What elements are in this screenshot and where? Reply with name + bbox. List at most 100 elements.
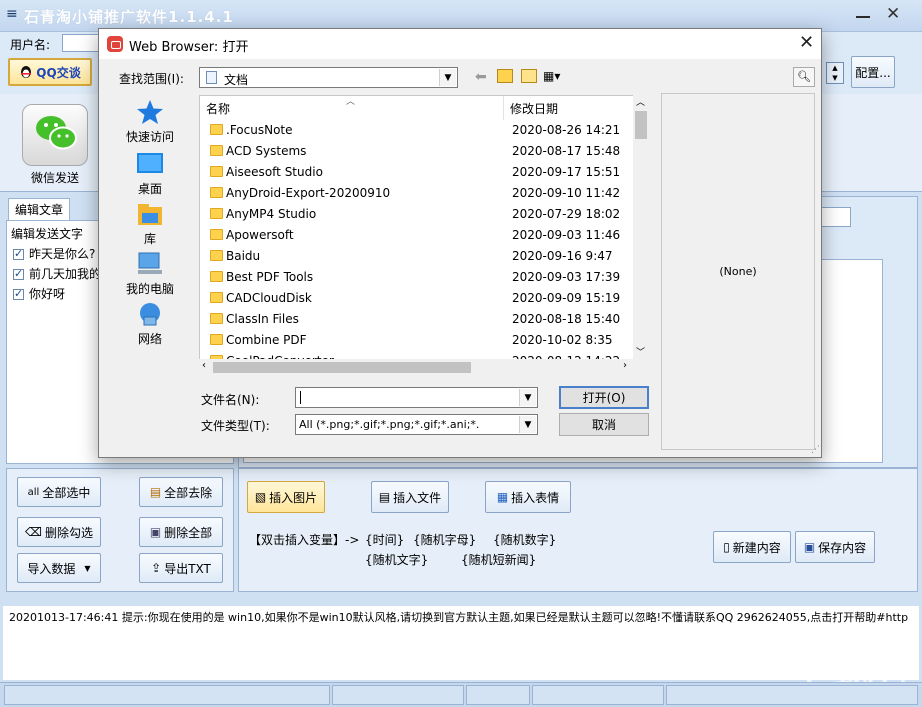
file-name: AnyDroid-Export-20200910 [226,186,391,200]
back-icon[interactable]: ⬅ [475,69,487,85]
view-menu-icon[interactable]: ▦▾ [543,69,560,83]
dialog-titlebar: Web Browser: 打开 ✕ [99,29,821,59]
log-line[interactable]: 20201013-17:46:41 提示:你现在使用的是 win10,如果你不是… [3,606,919,628]
place-desktop[interactable]: 桌面 [115,151,185,197]
variable-random-letter[interactable]: {随机字母} [413,531,476,548]
status-segment [466,685,530,705]
file-row[interactable]: AnyMP4 Studio 2020-07-29 18:02 [200,204,620,225]
vertical-scrollbar[interactable]: ︿ ﹀ [633,95,650,359]
eraser-icon: ⌫ [25,525,42,539]
file-row[interactable]: ClassIn Files 2020-08-18 15:40 [200,309,620,330]
file-date: 2020-09-10 11:42 [512,186,621,200]
chevron-down-icon[interactable]: ▼ [519,389,536,406]
scroll-thumb[interactable] [635,111,647,139]
tab-edit-article[interactable]: 编辑文章 [8,198,71,220]
variable-random-news[interactable]: {随机短新闻} [461,551,536,568]
up-folder-icon[interactable] [497,69,513,83]
folder-icon [210,208,223,219]
checkbox-checked[interactable] [13,287,24,300]
look-in-combo[interactable]: 文档 ▼ [199,67,458,88]
dialog-close-icon[interactable]: ✕ [799,32,814,53]
file-list[interactable]: 名称 ︿ 修改日期 .FocusNote 2020-08-26 14:21 ACD … [199,95,636,375]
folder-icon [210,145,223,156]
file-row[interactable]: Aiseesoft Studio 2020-09-17 15:51 [200,162,620,183]
scroll-up-icon[interactable]: ︿ [636,95,645,108]
qq-penguin-icon [19,65,33,79]
look-in-label: 查找范围(I): [119,72,184,86]
file-row[interactable]: Apowersoft 2020-09-03 11:46 [200,225,620,246]
file-row[interactable]: .FocusNote 2020-08-26 14:21 [200,120,620,141]
spin-updown[interactable]: ▲ ▼ [826,62,844,84]
cancel-button[interactable]: 取消 [559,413,649,436]
variable-random-number[interactable]: {随机数字} [493,531,556,548]
status-segment [332,685,464,705]
file-row[interactable]: Combine PDF 2020-10-02 8:35 [200,330,620,351]
save-content-button[interactable]: ▣ 保存内容 [795,531,875,563]
editor-small-input[interactable] [821,207,851,227]
close-icon[interactable]: ✕ [886,4,900,24]
deselect-all-button[interactable]: ▤ 全部去除 [139,477,223,507]
variable-random-text[interactable]: {随机文字} [365,551,428,568]
export-txt-button[interactable]: ⇪ 导出TXT [139,553,223,583]
folder-icon [210,292,223,303]
delete-checked-button[interactable]: ⌫ 删除勾选 [17,517,101,547]
delete-all-icon: ▣ [149,525,162,539]
folder-icon [210,187,223,198]
new-content-button[interactable]: ▯ 新建内容 [713,531,791,563]
column-header-name[interactable]: 名称 ︿ [200,96,504,120]
minimize-icon[interactable] [856,16,870,18]
place-quick-access[interactable]: 快速访问 [115,99,185,145]
preview-toggle-icon[interactable]: 🔍︎ [793,67,815,87]
filetype-label: 文件类型(T): [201,419,270,433]
file-date: 2020-08-26 14:21 [512,123,621,137]
browser-app-icon [107,36,123,52]
import-data-button[interactable]: 导入数据 ▼ [17,553,101,583]
username-input[interactable] [62,34,102,52]
checkbox-checked[interactable] [13,267,24,280]
scroll-left-icon[interactable]: ‹ [202,360,206,371]
filetype-select[interactable]: All (*.png;*.gif;*.png;*.gif;*.ani;*. ▼ [295,414,538,435]
delete-all-button[interactable]: ▣ 删除全部 [139,517,223,547]
dropdown-arrow-icon: ▼ [84,563,91,573]
file-row[interactable]: ACD Systems 2020-08-17 15:48 [200,141,620,162]
list-item[interactable]: 昨天是你么? [13,245,95,262]
system-menu-icon[interactable]: ≡ [6,6,18,22]
scroll-right-icon[interactable]: › [623,360,627,371]
filename-input[interactable]: ▼ [295,387,538,408]
file-row[interactable]: AnyDroid-Export-20200910 2020-09-10 11:42 [200,183,620,204]
config-button[interactable]: 配置... [851,56,895,88]
file-date: 2020-07-29 18:02 [512,207,621,221]
column-header-date[interactable]: 修改日期 [504,96,635,120]
dialog-title: Web Browser: 打开 [129,40,249,55]
variable-time[interactable]: {时间} [365,531,404,548]
file-row[interactable]: Best PDF Tools 2020-09-03 17:39 [200,267,620,288]
resize-grip-icon[interactable]: ⋰ [811,445,820,455]
place-library[interactable]: 库 [115,201,185,247]
new-doc-icon: ▯ [723,540,730,554]
file-row[interactable]: Baidu 2020-09-16 9:47 [200,246,620,267]
scroll-down-icon[interactable]: ﹀ [636,345,645,358]
insert-image-button[interactable]: ▧ 插入图片 [247,481,325,513]
qq-chat-button[interactable]: QQ交谈 [8,58,92,86]
file-date: 2020-09-09 15:19 [512,291,621,305]
file-date: 2020-09-03 17:39 [512,270,621,284]
list-item[interactable]: 你好呀 [13,285,65,302]
document-icon [206,71,217,84]
open-button[interactable]: 打开(O) [559,386,649,409]
file-name: ClassIn Files [226,312,299,326]
folder-icon [210,229,223,240]
place-my-computer[interactable]: 我的电脑 [115,251,185,297]
file-row[interactable]: CADCloudDisk 2020-09-09 15:19 [200,288,620,309]
scroll-thumb[interactable] [213,362,471,373]
place-network[interactable]: 网络 [115,301,185,347]
wechat-send-button[interactable] [22,104,88,166]
list-item[interactable]: 前几天加我的 [13,265,101,282]
checkbox-checked[interactable] [13,247,24,260]
new-folder-icon[interactable] [521,69,537,83]
select-all-button[interactable]: all 全部选中 [17,477,101,507]
insert-emoji-button[interactable]: ▦ 插入表情 [485,481,571,513]
save-icon: ▣ [803,540,816,554]
list-actions-panel: all 全部选中 ▤ 全部去除 ⌫ 删除勾选 ▣ 删除全部 导入数据 ▼ ⇪ 导出TXT [6,468,234,592]
insert-file-button[interactable]: ▤ 插入文件 [371,481,449,513]
horizontal-scrollbar[interactable]: ‹ › [199,359,636,376]
